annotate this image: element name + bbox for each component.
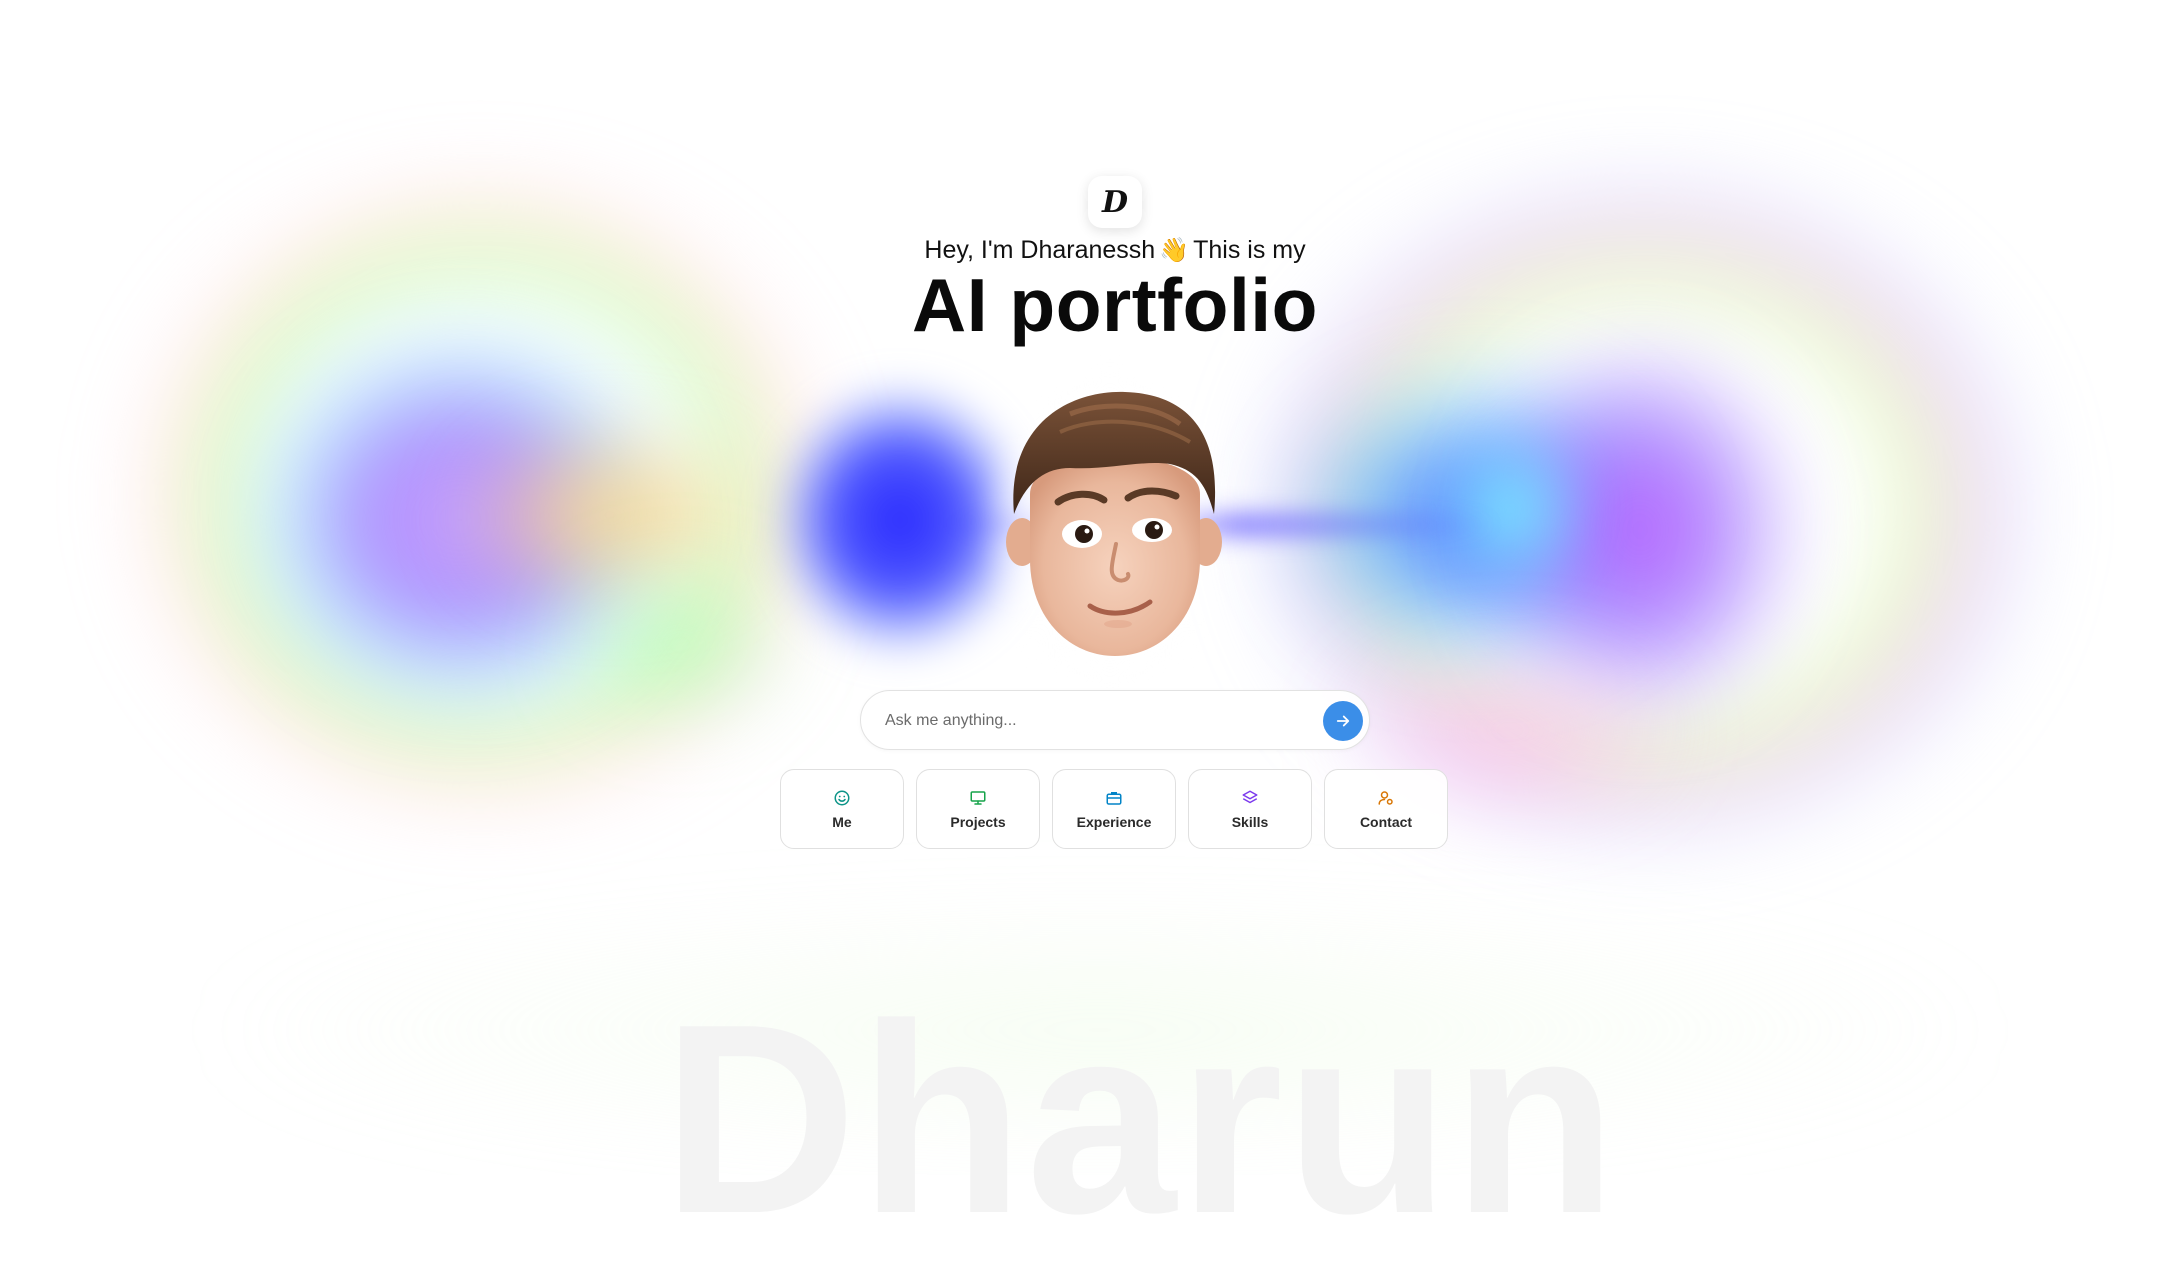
logo-letter: D — [1101, 184, 1128, 220]
nav-card-skills[interactable]: Skills — [1188, 769, 1312, 849]
greeting-line: Hey, I'm Dharanessh 👋 This is my — [0, 236, 2162, 265]
page-title: AI portfolio — [912, 263, 1318, 347]
wave-emoji-icon: 👋 — [1159, 237, 1190, 264]
arrow-right-icon — [1336, 715, 1350, 727]
greeting-text: Hey, I'm Dharanessh — [924, 236, 1156, 264]
nav-card-label: Experience — [1076, 814, 1152, 830]
background-name-text: Dharun — [662, 969, 1619, 1270]
chat-search-bar — [860, 690, 1370, 751]
nav-card-projects[interactable]: Projects — [916, 769, 1040, 849]
nav-card-label: Skills — [1231, 814, 1269, 830]
search-input[interactable] — [883, 691, 1287, 751]
quick-nav: Me Projects Experience Skills Contact — [780, 769, 1448, 849]
left-swirl-green — [560, 560, 800, 730]
presentation-icon — [968, 788, 988, 808]
avatar — [1006, 391, 1222, 656]
nav-card-experience[interactable]: Experience — [1052, 769, 1176, 849]
nav-card-label: Contact — [1359, 814, 1413, 830]
nav-card-label: Me — [832, 814, 852, 830]
logo-badge[interactable]: D — [1088, 176, 1142, 228]
layers-icon — [1240, 788, 1260, 808]
briefcase-icon — [1104, 788, 1124, 808]
send-button[interactable] — [1323, 701, 1363, 741]
smile-icon — [832, 788, 852, 808]
greeting-suffix: This is my — [1193, 236, 1306, 264]
user-contact-icon — [1376, 788, 1396, 808]
nav-card-me[interactable]: Me — [780, 769, 904, 849]
right-swirl-cyan — [1420, 420, 1600, 600]
nav-card-contact[interactable]: Contact — [1324, 769, 1448, 849]
nav-card-label: Projects — [950, 814, 1006, 830]
